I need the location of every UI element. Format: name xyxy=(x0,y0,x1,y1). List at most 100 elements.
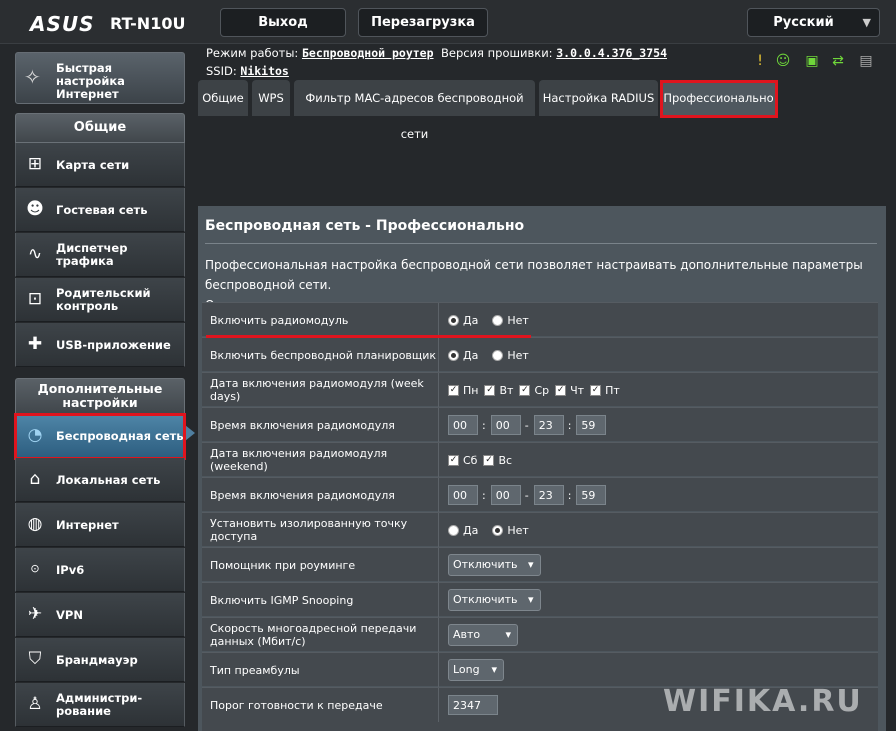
radio-button[interactable] xyxy=(448,349,459,361)
day-wed[interactable]: ✓ Ср xyxy=(519,384,549,397)
sidebar-item-guest-network[interactable]: ☻ Гостевая сеть xyxy=(15,188,185,232)
sidebar-item-firewall[interactable]: ⛉ Брандмауэр xyxy=(15,638,185,682)
radio-button[interactable] xyxy=(448,524,459,536)
sidebar-item-network-map[interactable]: ⊞ Карта сети xyxy=(15,143,185,187)
sidebar-item-lan[interactable]: ⌂ Локальная сеть xyxy=(15,458,185,502)
ipv6-icon: ⊙ xyxy=(30,562,40,575)
reboot-button[interactable]: Перезагрузка xyxy=(358,8,488,37)
firmware-link[interactable]: 3.0.0.4.376_3754 xyxy=(556,46,667,60)
dash: - xyxy=(524,418,529,432)
radio-button[interactable] xyxy=(448,314,459,326)
radio-enable-yes[interactable]: Да xyxy=(448,314,478,327)
guest-network-icon: ☻ xyxy=(26,199,44,219)
sidebar-item-administration[interactable]: ♙ Администри-рование xyxy=(15,683,185,727)
setting-label: Включить радиомодуль xyxy=(210,303,439,337)
checkbox[interactable]: ✓ xyxy=(519,384,531,396)
row-weekdays: Дата включения радиомодуля (week days) ✓… xyxy=(202,372,878,407)
day-tue[interactable]: ✓ Вт xyxy=(484,384,513,397)
checkbox[interactable]: ✓ xyxy=(483,454,495,466)
description-line-1: Профессиональная настройка беспроводной … xyxy=(205,258,863,292)
vpn-icon: ✈ xyxy=(27,604,43,624)
setting-label: Включить IGMP Snooping xyxy=(210,583,439,617)
firewall-icon: ⛉ xyxy=(28,649,42,669)
tab-mac-filter[interactable]: Фильтр MAC-адресов беспроводной сети xyxy=(294,80,535,141)
printer-icon[interactable]: ▤ xyxy=(858,53,874,69)
highlight-wireless xyxy=(14,413,186,460)
row-roaming: Помощник при роуминге Отключить xyxy=(202,547,878,582)
sidebar-item-vpn[interactable]: ✈ VPN xyxy=(15,593,185,637)
setting-label: Время включения радиомодуля xyxy=(210,478,439,512)
row-igmp: Включить IGMP Snooping Отключить xyxy=(202,582,878,617)
checkbox[interactable]: ✓ xyxy=(484,384,496,396)
tab-general[interactable]: Общие xyxy=(198,80,248,116)
sidebar-item-ipv6[interactable]: ⊙ IPv6 xyxy=(15,548,185,592)
sidebar-item-label: Карта сети xyxy=(56,157,130,172)
usb-icon[interactable]: ⇄ xyxy=(830,53,846,69)
checkbox[interactable]: ✓ xyxy=(448,384,459,396)
day-label: Чт xyxy=(570,383,585,397)
sidebar-item-label: Брандмауэр xyxy=(56,652,138,667)
option-label: Нет xyxy=(507,348,529,362)
rts-threshold-input[interactable]: 2347 xyxy=(448,695,498,715)
radio-button[interactable] xyxy=(492,349,504,361)
sidebar-item-label: USB-приложение xyxy=(56,337,171,352)
option-label: Да xyxy=(463,523,479,537)
admin-icon: ♙ xyxy=(27,694,43,714)
network-icon[interactable]: ▣ xyxy=(804,53,820,69)
day-label: Вс xyxy=(498,453,513,467)
checkbox[interactable]: ✓ xyxy=(555,384,567,396)
row-multicast: Скорость многоадресной передачи данных (… xyxy=(202,617,878,652)
end-minute-input[interactable]: 59 xyxy=(576,415,607,435)
radio-button[interactable] xyxy=(492,524,504,536)
sidebar-item-usb-application[interactable]: ✚ USB-приложение xyxy=(15,323,185,367)
day-mon[interactable]: ✓ Пн xyxy=(448,384,478,397)
start-minute-input[interactable]: 00 xyxy=(490,415,521,435)
start-minute-input[interactable]: 00 xyxy=(490,485,521,505)
scheduler-no[interactable]: Нет xyxy=(492,348,529,362)
day-thu[interactable]: ✓ Чт xyxy=(555,384,584,397)
end-minute-input[interactable]: 59 xyxy=(576,485,607,505)
scheduler-yes[interactable]: Да xyxy=(448,349,478,362)
day-label: Сб xyxy=(463,453,478,467)
user-icon[interactable]: ☺ xyxy=(775,53,791,69)
sidebar-item-internet[interactable]: ◍ Интернет xyxy=(15,503,185,547)
roaming-select[interactable]: Отключить xyxy=(448,554,541,576)
start-hour-input[interactable]: 00 xyxy=(448,485,478,505)
isolation-yes[interactable]: Да xyxy=(448,524,478,537)
option-label: Да xyxy=(463,348,479,362)
magic-wand-icon: ✧ xyxy=(24,65,41,89)
asus-logo: ASUS xyxy=(30,12,95,36)
end-hour-input[interactable]: 23 xyxy=(533,415,564,435)
firmware-info: Версия прошивки: 3.0.0.4.376_3754 xyxy=(441,46,667,60)
ssid-link[interactable]: Nikitos xyxy=(240,64,288,78)
end-hour-input[interactable]: 23 xyxy=(533,485,564,505)
day-label: Вт xyxy=(499,383,514,397)
language-select[interactable]: Русский ▼ xyxy=(747,8,880,37)
tab-radius[interactable]: Настройка RADIUS xyxy=(539,80,658,116)
row-weekend-time: Время включения радиомодуля 00: 00- 23: … xyxy=(202,477,878,512)
checkbox[interactable]: ✓ xyxy=(448,454,459,466)
radio-enable-no[interactable]: Нет xyxy=(492,314,529,327)
day-fri[interactable]: ✓ Пт xyxy=(590,384,620,397)
checkbox[interactable]: ✓ xyxy=(590,384,602,396)
preamble-select[interactable]: Long xyxy=(448,659,504,681)
setting-label: Тип преамбулы xyxy=(210,653,439,687)
day-sun[interactable]: ✓ Вс xyxy=(483,454,512,467)
mode-link[interactable]: Беспроводной роутер xyxy=(302,46,434,60)
quick-setup-button[interactable]: ✧ Быстрая настройка Интернет xyxy=(15,52,185,104)
warning-icon[interactable]: ! xyxy=(752,53,768,69)
radio-button[interactable] xyxy=(492,314,504,326)
tab-wps[interactable]: WPS xyxy=(252,80,290,116)
igmp-select[interactable]: Отключить xyxy=(448,589,541,611)
setting-label: Скорость многоадресной передачи данных (… xyxy=(210,618,439,652)
logout-button[interactable]: Выход xyxy=(220,8,346,37)
sidebar-item-label: Родительский контроль xyxy=(56,286,151,313)
start-hour-input[interactable]: 00 xyxy=(448,415,478,435)
sidebar-item-traffic-manager[interactable]: ∿ Диспетчер трафика xyxy=(15,233,185,277)
isolation-no[interactable]: Нет xyxy=(492,524,529,537)
quick-setup-label: Быстрая настройка Интернет xyxy=(56,61,125,101)
multicast-select[interactable]: Авто xyxy=(448,624,518,646)
sidebar-item-parental-control[interactable]: ⊡ Родительский контроль xyxy=(15,278,185,322)
row-weekday-time: Время включения радиомодуля 00: 00- 23: … xyxy=(202,407,878,442)
day-sat[interactable]: ✓ Сб xyxy=(448,454,477,467)
